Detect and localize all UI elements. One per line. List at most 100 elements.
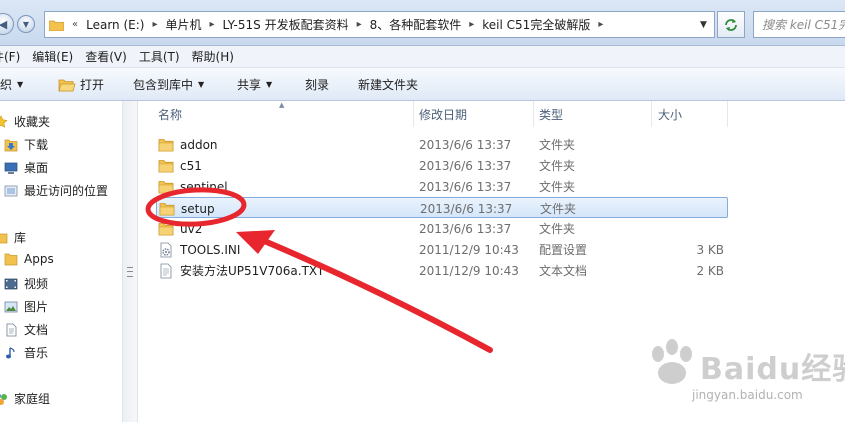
- file-date: 2013/6/6 13:37: [420, 201, 513, 216]
- file-type: 文件夹: [539, 159, 576, 173]
- chevron-down-icon: ▼: [266, 80, 273, 89]
- nav-downloads[interactable]: 下载: [4, 136, 48, 153]
- file-type: 文本文档: [539, 264, 588, 278]
- file-row-sentinel[interactable]: sentinel 2013/6/6 13:37 文件夹: [156, 176, 728, 197]
- breadcrumb-board-docs[interactable]: LY-51S 开发板配套资料: [219, 16, 353, 33]
- file-date: 2013/6/6 13:37: [419, 158, 512, 173]
- nav-recent-places[interactable]: 最近访问的位置: [4, 182, 108, 199]
- refresh-button[interactable]: [717, 11, 745, 38]
- column-header-date-label: 修改日期: [419, 107, 468, 122]
- chevron-down-icon: ▼: [17, 80, 24, 89]
- nav-videos[interactable]: 视频: [4, 275, 48, 292]
- breadcrumb-drive[interactable]: Learn (E:): [82, 18, 148, 32]
- chevron-right-icon[interactable]: ▸: [353, 19, 366, 30]
- nav-favorites-label: 收藏夹: [14, 115, 51, 129]
- nav-downloads-label: 下载: [24, 138, 49, 152]
- search-input[interactable]: 搜索 keil C51完全破解版: [753, 11, 845, 38]
- nav-libraries-label: 库: [14, 231, 27, 245]
- chevron-down-icon: ▼: [198, 80, 205, 89]
- breadcrumb-current[interactable]: keil C51完全破解版: [478, 16, 594, 33]
- file-name-cell: setup: [159, 198, 409, 219]
- file-name-cell: uv2: [158, 218, 408, 239]
- column-header-date[interactable]: 修改日期: [414, 101, 534, 127]
- menu-file[interactable]: 件(F): [0, 48, 20, 65]
- nav-music[interactable]: 音乐: [4, 344, 48, 361]
- menu-tools[interactable]: 工具(T): [139, 48, 180, 65]
- menu-edit[interactable]: 编辑(E): [32, 48, 73, 65]
- history-dropdown-button[interactable]: ▼: [17, 15, 35, 33]
- file-name: 安装方法UP51V706a.TXT: [180, 264, 325, 278]
- pane-splitter[interactable]: [122, 101, 138, 422]
- file-row-setup[interactable]: setup 2013/6/6 13:37 文件夹: [156, 197, 728, 218]
- column-header-type[interactable]: 类型: [534, 101, 652, 127]
- folder-icon: [158, 138, 174, 151]
- file-size: 2 KB: [696, 263, 724, 278]
- folder-icon: [49, 20, 64, 31]
- column-header-type-label: 类型: [539, 107, 564, 122]
- chevron-right-icon[interactable]: ▸: [594, 19, 607, 30]
- burn-button[interactable]: 刻录: [305, 68, 329, 101]
- share-button[interactable]: 共享 ▼: [237, 68, 272, 101]
- menu-bar: 件(F) 编辑(E) 查看(V) 工具(T) 帮助(H): [0, 46, 845, 68]
- file-row-uv2[interactable]: uv2 2013/6/6 13:37 文件夹: [156, 218, 728, 239]
- folder-icon: [4, 253, 18, 266]
- file-row-tools-ini[interactable]: TOOLS.INI 2011/12/9 10:43 配置设置 3 KB: [156, 239, 728, 260]
- nav-homegroup-label: 家庭组: [14, 392, 51, 406]
- file-row-addon[interactable]: addon 2013/6/6 13:37 文件夹: [156, 134, 728, 155]
- back-button[interactable]: ◀: [0, 13, 14, 35]
- column-header-size[interactable]: 大小: [652, 101, 728, 127]
- open-button[interactable]: 打开: [58, 68, 104, 101]
- splitter-grip[interactable]: [127, 267, 133, 277]
- nav-recent-label: 最近访问的位置: [24, 184, 109, 198]
- file-type: 文件夹: [539, 222, 576, 236]
- address-bar[interactable]: « Learn (E:) ▸ 单片机 ▸ LY-51S 开发板配套资料 ▸ 8、…: [44, 11, 696, 38]
- file-date: 2013/6/6 13:37: [419, 221, 512, 236]
- file-size: [656, 134, 724, 155]
- downloads-folder-icon: [4, 139, 18, 151]
- column-header-name[interactable]: 名称: [138, 101, 414, 127]
- menu-help[interactable]: 帮助(H): [192, 48, 234, 65]
- chevron-right-icon[interactable]: ▸: [148, 19, 161, 30]
- nav-desktop[interactable]: 桌面: [4, 159, 48, 176]
- music-icon: [6, 346, 15, 358]
- nav-apps-label: Apps: [24, 252, 54, 266]
- nav-documents[interactable]: 文档: [4, 321, 48, 338]
- file-date: 2011/12/9 10:43: [419, 242, 519, 257]
- organize-button[interactable]: 组织 ▼: [0, 68, 23, 101]
- breadcrumb-overflow[interactable]: «: [68, 19, 82, 30]
- file-name-cell: addon: [158, 134, 408, 155]
- breadcrumb-software[interactable]: 8、各种配套软件: [366, 16, 466, 33]
- nav-homegroup[interactable]: 家庭组: [0, 390, 50, 407]
- file-size: [656, 176, 724, 197]
- organize-label: 组织: [0, 78, 13, 92]
- nav-pictures[interactable]: 图片: [4, 298, 48, 315]
- pictures-icon: [4, 301, 18, 312]
- file-row-c51[interactable]: c51 2013/6/6 13:37 文件夹: [156, 155, 728, 176]
- navigation-pane: 收藏夹 下载 桌面 最近访问的位置 库 Apps 视频 图片 文档 音乐 家庭组: [0, 101, 122, 422]
- open-label: 打开: [80, 78, 105, 92]
- file-name-cell: sentinel: [158, 176, 408, 197]
- folder-icon: [158, 222, 174, 235]
- chevron-right-icon[interactable]: ▸: [206, 19, 219, 30]
- breadcrumb-mcu[interactable]: 单片机: [162, 16, 206, 33]
- file-name-cell: TOOLS.INI: [158, 239, 408, 260]
- file-date: 2013/6/6 13:37: [419, 179, 512, 194]
- file-name: sentinel: [180, 179, 228, 194]
- chevron-right-icon[interactable]: ▸: [465, 19, 478, 30]
- file-row-up51v706a-txt[interactable]: 安装方法UP51V706a.TXT 2011/12/9 10:43 文本文档 2 KB: [156, 260, 728, 281]
- nav-apps[interactable]: Apps: [4, 252, 54, 266]
- file-size: [656, 218, 724, 239]
- nav-libraries[interactable]: 库: [0, 229, 26, 246]
- include-in-library-button[interactable]: 包含到库中 ▼: [133, 68, 204, 101]
- settings-file-icon: [160, 242, 172, 257]
- refresh-icon: [725, 18, 737, 31]
- file-size: 3 KB: [696, 242, 724, 257]
- nav-documents-label: 文档: [24, 323, 49, 337]
- file-name: addon: [180, 137, 218, 152]
- nav-desktop-label: 桌面: [24, 161, 49, 175]
- new-folder-button[interactable]: 新建文件夹: [358, 68, 418, 101]
- nav-favorites[interactable]: 收藏夹: [0, 113, 50, 130]
- folder-icon: [158, 180, 174, 193]
- menu-view[interactable]: 查看(V): [85, 48, 127, 65]
- address-dropdown-button[interactable]: ▼: [693, 11, 715, 38]
